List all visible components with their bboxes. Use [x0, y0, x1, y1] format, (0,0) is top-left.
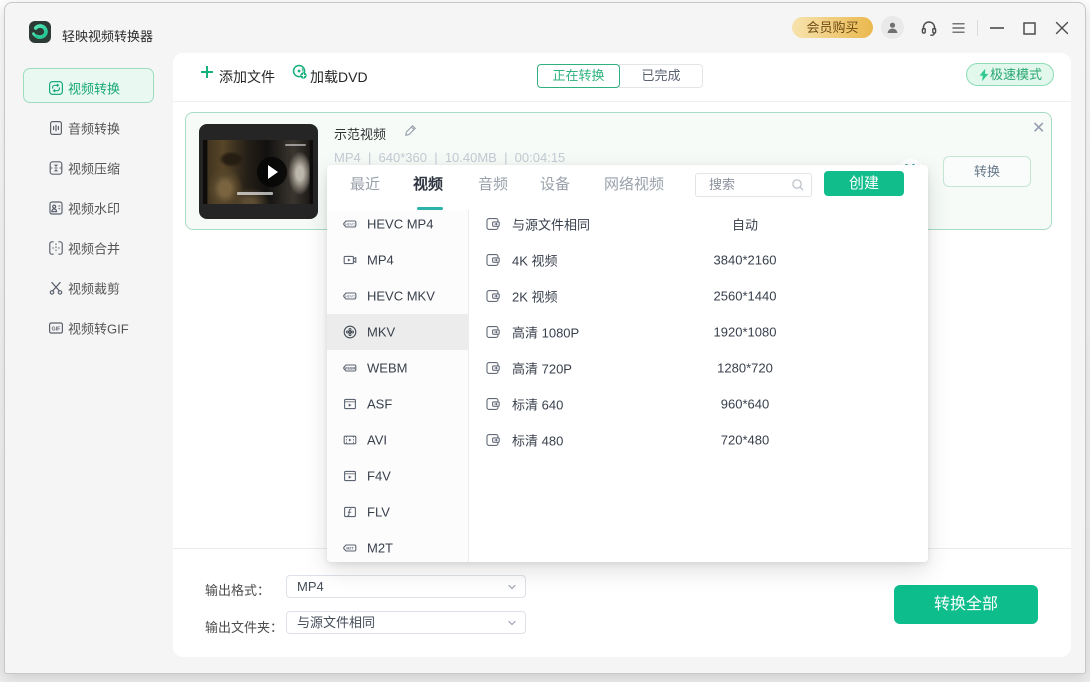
svg-text:WEBM: WEBM — [345, 367, 356, 371]
svg-text:HEVC: HEVC — [345, 223, 355, 227]
svg-text:M2T: M2T — [346, 547, 354, 551]
svg-text:HEVC: HEVC — [345, 295, 355, 299]
svg-text:GIF: GIF — [52, 326, 61, 332]
